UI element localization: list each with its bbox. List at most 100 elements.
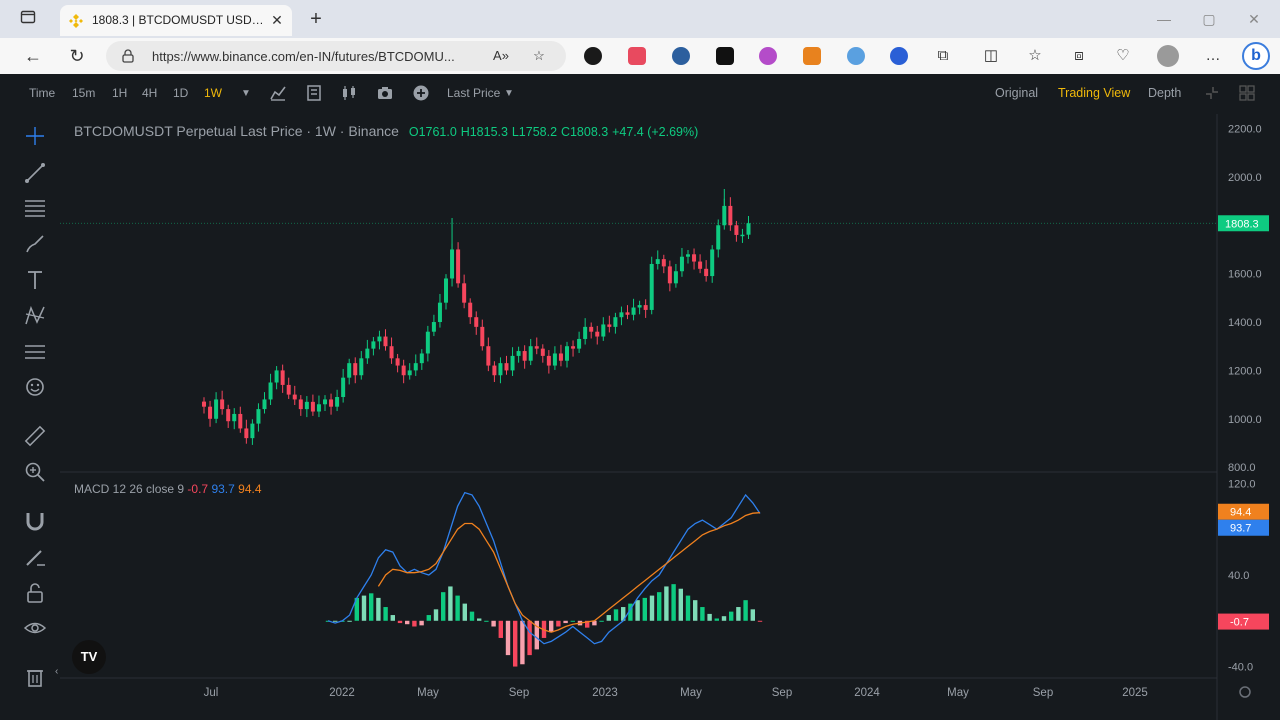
- candle-body: [625, 312, 630, 315]
- layout-grid-icon[interactable]: [1238, 84, 1256, 102]
- timeframe-4h[interactable]: 4H: [142, 86, 157, 100]
- read-aloud-icon[interactable]: A»: [492, 47, 510, 65]
- tradingview-logo[interactable]: TV: [72, 640, 106, 674]
- indicator-icon[interactable]: [269, 84, 287, 102]
- timeframe-time[interactable]: Time: [29, 86, 55, 100]
- legend-close: C1808.3: [560, 125, 609, 139]
- profile-avatar[interactable]: [1157, 45, 1179, 67]
- back-icon[interactable]: ←: [21, 44, 45, 68]
- collapse-icon[interactable]: [1203, 84, 1221, 102]
- chevron-down-icon[interactable]: ▼: [241, 88, 251, 99]
- text-icon[interactable]: [23, 268, 47, 292]
- measure-lines-icon[interactable]: [23, 340, 47, 364]
- unlock-icon[interactable]: [23, 581, 47, 605]
- minimize-icon[interactable]: —: [1154, 9, 1174, 29]
- fib-lines-icon[interactable]: [23, 196, 47, 220]
- blue-ring-ext-icon[interactable]: [890, 47, 908, 65]
- macd-hist-bar: [383, 607, 388, 621]
- lock-icon[interactable]: [120, 48, 136, 64]
- plus-icon[interactable]: +: [305, 8, 327, 30]
- puzzle-icon[interactable]: ⧉: [932, 45, 954, 67]
- candle-body: [510, 355, 515, 371]
- candle-body: [607, 324, 612, 327]
- metamask-icon[interactable]: [803, 47, 821, 65]
- reload-icon[interactable]: ↻: [65, 44, 89, 68]
- vpn-ext-icon[interactable]: [584, 47, 602, 65]
- bing-icon[interactable]: b: [1242, 42, 1270, 70]
- timeframe-1w[interactable]: 1W: [204, 86, 222, 100]
- v-ext-icon[interactable]: [672, 47, 690, 65]
- heart-icon[interactable]: ♡: [1112, 45, 1134, 67]
- collapse-toolbar-icon[interactable]: ‹: [55, 666, 58, 677]
- magnet-icon[interactable]: [23, 509, 47, 533]
- brush-icon[interactable]: [23, 232, 47, 256]
- purple-ext-icon[interactable]: [759, 47, 777, 65]
- candle-body: [552, 353, 557, 366]
- more-icon[interactable]: …: [1202, 45, 1224, 67]
- split-screen-icon[interactable]: ◫: [980, 45, 1002, 67]
- timeframe-1h[interactable]: 1H: [112, 86, 127, 100]
- candle-body: [214, 399, 219, 419]
- price-tick-label: 1000.0: [1228, 414, 1262, 426]
- candle-body: [335, 397, 340, 407]
- candle-body: [359, 358, 364, 376]
- red-ext-icon[interactable]: [628, 47, 646, 65]
- pattern-icon[interactable]: [23, 304, 47, 328]
- candle-body: [558, 353, 563, 361]
- candle-body: [619, 312, 624, 318]
- candles-icon[interactable]: [340, 84, 358, 102]
- tab-title: 1808.3 | BTCDOMUSDT USD⊙-M: [92, 13, 264, 27]
- url-text[interactable]: https://www.binance.com/en-IN/futures/BT…: [152, 49, 487, 64]
- candle-body: [534, 346, 539, 349]
- candle-body: [546, 355, 551, 366]
- eye-icon[interactable]: [23, 616, 47, 640]
- candle-body: [202, 401, 206, 407]
- trend-line-icon[interactable]: [23, 161, 47, 185]
- candle-body: [692, 254, 697, 262]
- chart-legend: BTCDOMUSDT Perpetual Last Price · 1W · B…: [74, 123, 698, 139]
- price-chart[interactable]: 2200.02000.01800.01600.01400.01200.01000…: [60, 114, 1270, 720]
- favorites-icon[interactable]: ☆: [1024, 45, 1046, 67]
- macd-hist-bar: [549, 620, 554, 633]
- view-original[interactable]: Original: [995, 86, 1038, 100]
- browser-tab[interactable]: 1808.3 | BTCDOMUSDT USD⊙-M ✕: [60, 5, 292, 36]
- templates-icon[interactable]: [305, 84, 323, 102]
- camera-icon[interactable]: [376, 84, 394, 102]
- close-icon[interactable]: ✕: [268, 11, 286, 29]
- add-icon[interactable]: [412, 84, 430, 102]
- emoji-icon[interactable]: [23, 375, 47, 399]
- trash-icon[interactable]: [23, 665, 47, 689]
- window-close-icon[interactable]: ✕: [1244, 9, 1264, 29]
- candle-body: [498, 363, 503, 376]
- sidebar-icon[interactable]: [18, 9, 38, 29]
- timeframe-1d[interactable]: 1D: [173, 86, 188, 100]
- candle-body: [292, 394, 297, 400]
- zoom-in-icon[interactable]: [23, 460, 47, 484]
- macd-hist-bar: [412, 620, 417, 627]
- favorite-icon[interactable]: ☆: [530, 47, 548, 65]
- crosshair-icon[interactable]: [23, 124, 47, 148]
- view-trading-view[interactable]: Trading View: [1058, 86, 1130, 100]
- pencil-lock-icon[interactable]: [23, 545, 47, 569]
- price-tick-label: 1400.0: [1228, 317, 1262, 329]
- candle-body: [474, 317, 479, 327]
- price-type-select[interactable]: Last Price: [447, 86, 500, 100]
- candle-body: [298, 399, 303, 410]
- dark-ext-icon[interactable]: [716, 47, 734, 65]
- price-type-chevron-icon[interactable]: ▼: [504, 88, 514, 99]
- view-depth[interactable]: Depth: [1148, 86, 1181, 100]
- collections-icon[interactable]: ⧈: [1068, 45, 1090, 67]
- timeframe-15m[interactable]: 15m: [72, 86, 95, 100]
- candle-body: [583, 326, 588, 339]
- candle-body: [734, 225, 739, 235]
- candle-body: [256, 409, 261, 424]
- candle-body: [425, 331, 430, 354]
- ruler-icon[interactable]: [23, 424, 47, 448]
- macd-hist-bar: [570, 620, 575, 622]
- swirl-ext-icon[interactable]: [847, 47, 865, 65]
- candle-body: [437, 302, 442, 323]
- address-bar[interactable]: https://www.binance.com/en-IN/futures/BT…: [106, 41, 566, 71]
- maximize-icon[interactable]: ▢: [1199, 9, 1219, 29]
- macd-hist-bar: [347, 620, 352, 622]
- time-tick-label: Sep: [509, 687, 529, 699]
